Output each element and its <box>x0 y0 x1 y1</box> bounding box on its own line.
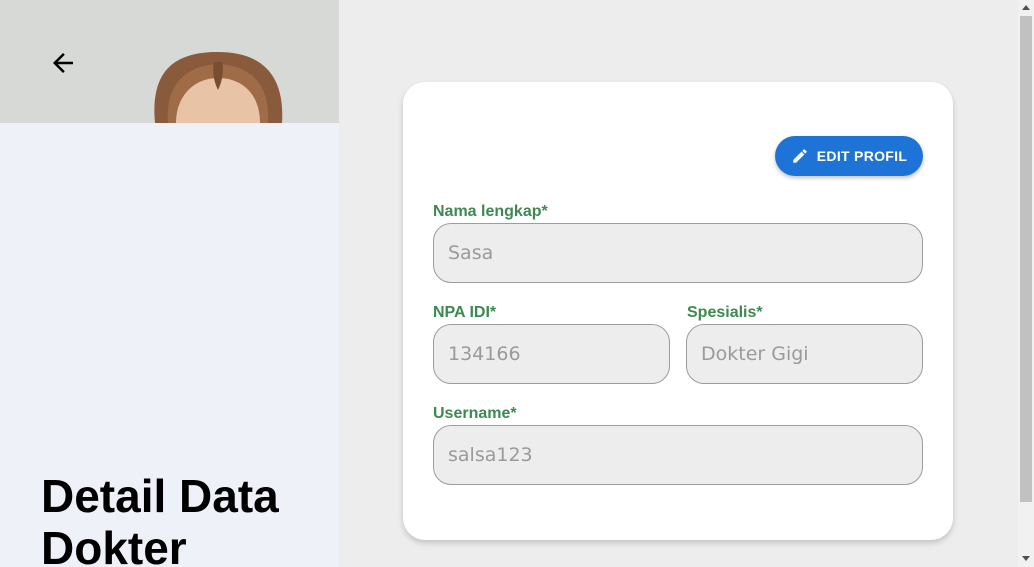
scroll-thumb[interactable] <box>1020 16 1032 502</box>
arrow-left-icon <box>53 53 73 73</box>
npa-idi-field[interactable]: 134166 <box>433 324 670 384</box>
scroll-down-icon[interactable] <box>1022 556 1030 561</box>
username-label: Username* <box>433 405 517 422</box>
page-title: Detail Data Dokter <box>41 470 279 567</box>
npa-idi-value: 134166 <box>448 343 521 365</box>
vertical-scrollbar[interactable] <box>1018 0 1034 567</box>
edit-profile-button[interactable]: EDIT PROFIL <box>775 136 923 176</box>
spesialis-value: Dokter Gigi <box>701 343 809 365</box>
username-value: salsa123 <box>448 444 533 466</box>
main-content: EDIT PROFIL Nama lengkap* Sasa NPA IDI* … <box>339 0 1018 567</box>
spesialis-label: Spesialis* <box>687 304 763 321</box>
doctor-photo <box>0 0 339 123</box>
nama-lengkap-label: Nama lengkap* <box>433 203 548 220</box>
back-button[interactable] <box>48 48 86 86</box>
nama-lengkap-value: Sasa <box>448 242 494 264</box>
npa-idi-label: NPA IDI* <box>433 304 497 321</box>
edit-profile-label: EDIT PROFIL <box>816 148 908 164</box>
scroll-up-icon[interactable] <box>1022 5 1030 10</box>
spesialis-field[interactable]: Dokter Gigi <box>686 324 923 384</box>
nama-lengkap-field[interactable]: Sasa <box>433 223 923 283</box>
profile-card: EDIT PROFIL Nama lengkap* Sasa NPA IDI* … <box>403 82 953 540</box>
pencil-icon <box>793 149 807 163</box>
username-field[interactable]: salsa123 <box>433 425 923 485</box>
left-panel: Detail Data Dokter <box>0 0 339 567</box>
